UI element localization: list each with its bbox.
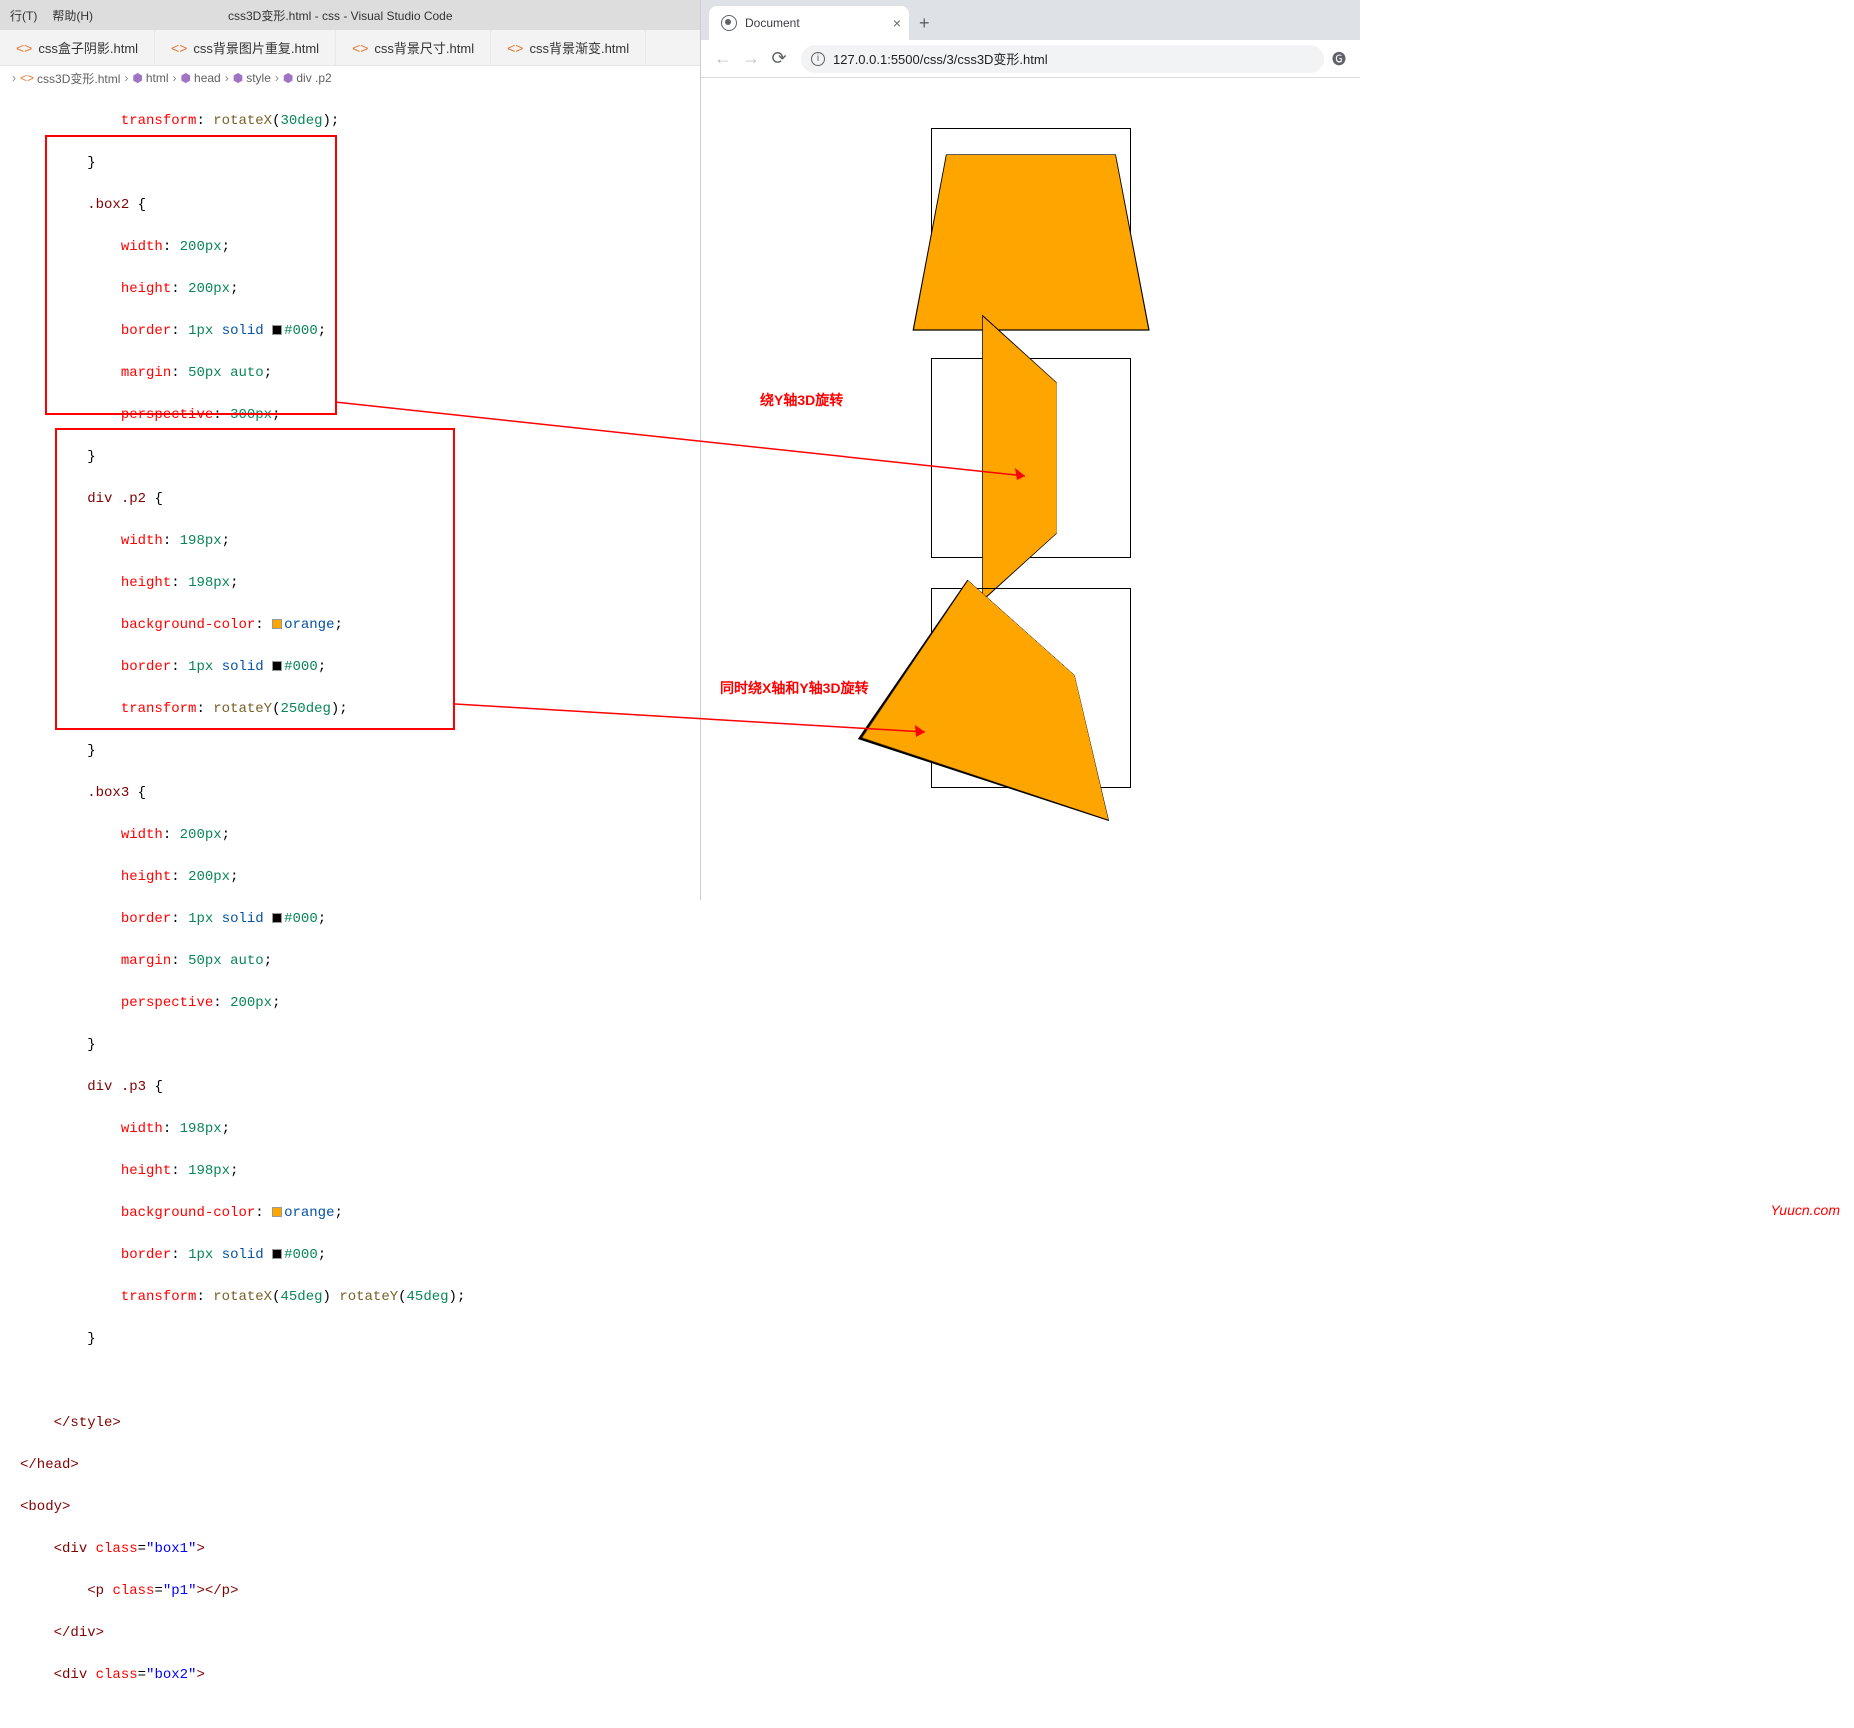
html-icon: <> [352, 40, 368, 56]
breadcrumb-head[interactable]: ⬢head [181, 71, 221, 85]
html-icon: <> [16, 40, 32, 56]
address-bar[interactable]: i 127.0.0.1:5500/css/3/css3D变形.html [801, 45, 1324, 73]
tab-title: Document [745, 16, 800, 30]
breadcrumb-file[interactable]: <>css3D变形.html [20, 70, 120, 87]
cube-icon: ⬢ [283, 71, 293, 85]
chevron-right-icon: › [225, 71, 229, 85]
browser-toolbar: ← → ⟳ i 127.0.0.1:5500/css/3/css3D变形.htm… [701, 40, 1360, 78]
highlight-box-1 [45, 135, 337, 415]
chevron-right-icon: › [275, 71, 279, 85]
tab-4[interactable]: <>css背景渐变.html [491, 30, 646, 65]
editor-tabs[interactable]: <>css盒子阴影.html <>css背景图片重复.html <>css背景尺… [0, 30, 700, 66]
tab-3[interactable]: <>css背景尺寸.html [336, 30, 491, 65]
new-tab-button[interactable]: + [919, 13, 930, 40]
cube-icon: ⬢ [181, 71, 191, 85]
chevron-right-icon: › [12, 71, 16, 85]
chevron-right-icon: › [173, 71, 177, 85]
forward-button[interactable]: → [737, 48, 765, 69]
demo-box-3 [931, 588, 1131, 788]
menu-item-line[interactable]: 行(T) [10, 7, 37, 24]
reload-button[interactable]: ⟳ [765, 48, 793, 69]
arrow-1 [335, 398, 1035, 488]
back-button[interactable]: ← [709, 48, 737, 69]
menu-item-help[interactable]: 帮助(H) [52, 7, 93, 24]
cube-icon: ⬢ [233, 71, 243, 85]
watermark: Yuucn.com [1770, 1202, 1840, 1218]
window-title: css3D变形.html - css - Visual Studio Code [228, 7, 453, 24]
tab-2[interactable]: <>css背景图片重复.html [155, 30, 336, 65]
arrow-2 [455, 700, 935, 740]
site-info-icon[interactable]: i [811, 52, 825, 66]
breadcrumb[interactable]: › <>css3D变形.html › ⬢html › ⬢head › ⬢styl… [0, 66, 700, 90]
color-swatch-black [272, 913, 282, 923]
annotation-2: 同时绕X轴和Y轴3D旋转 [720, 678, 869, 698]
breadcrumb-html[interactable]: ⬢html [132, 71, 168, 85]
tab-1[interactable]: <>css盒子阴影.html [0, 30, 155, 65]
translate-icon[interactable]: 🅖 [1332, 49, 1352, 69]
vscode-menubar[interactable]: 行(T) 帮助(H) css3D变形.html - css - Visual S… [0, 0, 700, 30]
demo-box-1 [931, 128, 1131, 328]
file-icon: <> [20, 71, 34, 85]
color-swatch-black [272, 1249, 282, 1259]
cube-icon: ⬢ [132, 71, 142, 85]
color-swatch-orange [272, 1207, 282, 1217]
chrome-tabstrip[interactable]: Document × + [701, 0, 1360, 40]
breadcrumb-style[interactable]: ⬢style [233, 71, 271, 85]
html-icon: <> [171, 40, 187, 56]
rotated-shape-1 [912, 154, 1149, 330]
browser-tab[interactable]: Document × [709, 6, 909, 40]
favicon-icon [721, 15, 737, 31]
html-icon: <> [507, 40, 523, 56]
chevron-right-icon: › [124, 71, 128, 85]
breadcrumb-selector[interactable]: ⬢div .p2 [283, 71, 332, 85]
url-text: 127.0.0.1:5500/css/3/css3D变形.html [833, 49, 1048, 68]
close-icon[interactable]: × [893, 15, 901, 31]
